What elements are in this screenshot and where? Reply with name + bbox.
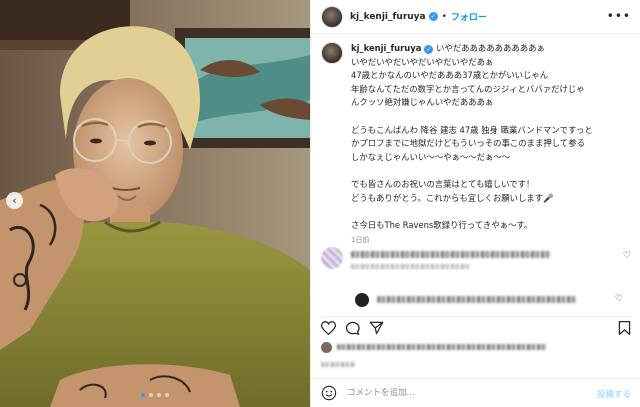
caption-line: 47歳とかなんのいやだあああ37歳とかがいいじゃん: [351, 70, 549, 81]
verified-badge-icon: ✓: [424, 45, 434, 55]
caption-text: kj_kenji_furuya ✓ いやだあああああああああぁ いやだいやだいやだ…: [351, 42, 633, 232]
likes-summary: [321, 342, 633, 354]
carousel-dot: [149, 393, 153, 397]
caption-line: どうもありがとう。これからも宜しくお願いします🎤: [351, 192, 554, 203]
bookmark-icon[interactable]: [618, 321, 631, 335]
carousel-indicator: [0, 393, 310, 397]
username-link[interactable]: kj_kenji_furuya: [350, 12, 426, 22]
redacted-date-text: [321, 362, 355, 367]
caption-line: しかなぇじゃんいい〜〜やぁ〜〜だぁ〜〜: [351, 151, 511, 162]
more-horizontal-icon[interactable]: •••: [607, 9, 631, 23]
caption-line: さ今日もThe Ravens歌録り行ってきやぁ〜す。: [351, 219, 533, 230]
redacted-likes-text[interactable]: [337, 344, 547, 350]
comment-icon[interactable]: [345, 321, 360, 335]
caption-line: どうもこんばんわ 降谷 建志 47歳 独身 職業バンドマンですっと: [351, 124, 593, 135]
verified-badge-icon: ✓: [428, 12, 438, 21]
photo-illustration: [0, 0, 310, 407]
redacted-comment-text: [351, 251, 551, 258]
avatar[interactable]: [355, 293, 369, 307]
post-timestamp[interactable]: 1日前: [351, 235, 633, 245]
emoji-icon[interactable]: [321, 385, 337, 401]
avatar[interactable]: [321, 247, 343, 269]
comment-like-icon[interactable]: ♡: [615, 294, 623, 304]
post-detail-panel: kj_kenji_furuya ✓ • フォロー ••• kj_kenji_fu…: [310, 0, 640, 407]
separator: •: [441, 11, 447, 22]
post-action-bar: [321, 316, 633, 335]
carousel-dot: [141, 393, 145, 397]
redacted-comment-meta: [351, 264, 471, 269]
post-caption: kj_kenji_furuya ✓ いやだあああああああああぁ いやだいやだいやだ…: [321, 42, 633, 245]
avatar: [321, 342, 332, 353]
add-comment-bar: 投稿する: [311, 378, 640, 407]
chevron-left-icon: ‹: [12, 194, 17, 207]
caption-line: かプロフまでに地獄だけどもういっその事このまま押して参る: [351, 138, 585, 149]
comment-item: ♡: [321, 247, 633, 273]
carousel-dot: [157, 393, 161, 397]
post-photo[interactable]: ‹: [0, 0, 310, 407]
carousel-prev-button[interactable]: ‹: [6, 192, 23, 209]
comment-like-icon[interactable]: ♡: [623, 251, 631, 261]
caption-line: いやだいやだいやだいやだいやだあぁ: [351, 56, 494, 67]
avatar[interactable]: [321, 5, 343, 28]
caption-line: でも皆さんのお祝いの言葉はとても嬉しいです！: [351, 178, 535, 189]
follow-button[interactable]: フォロー: [451, 10, 487, 23]
caption-line: kj_kenji_furuya ✓ いやだあああああああああぁ: [351, 43, 545, 55]
caption-line: んクッソ絶対嫌じゃんいやだあああぁ: [351, 97, 494, 108]
comment-reply: ♡: [355, 293, 625, 307]
avatar[interactable]: [321, 42, 343, 64]
post-header: kj_kenji_furuya ✓ • フォロー •••: [311, 0, 640, 34]
redacted-comment-text: [377, 296, 577, 303]
comment-input[interactable]: [347, 388, 567, 398]
post-comment-button[interactable]: 投稿する: [597, 388, 631, 400]
caption-username[interactable]: kj_kenji_furuya: [351, 43, 421, 53]
share-icon[interactable]: [369, 321, 384, 335]
post-date: [321, 362, 361, 370]
carousel-dot: [165, 393, 169, 397]
caption-line: 年齢なんてただの数字とか言ってんのジジィとババァだけじゃ: [351, 83, 585, 94]
heart-icon[interactable]: [321, 321, 336, 335]
